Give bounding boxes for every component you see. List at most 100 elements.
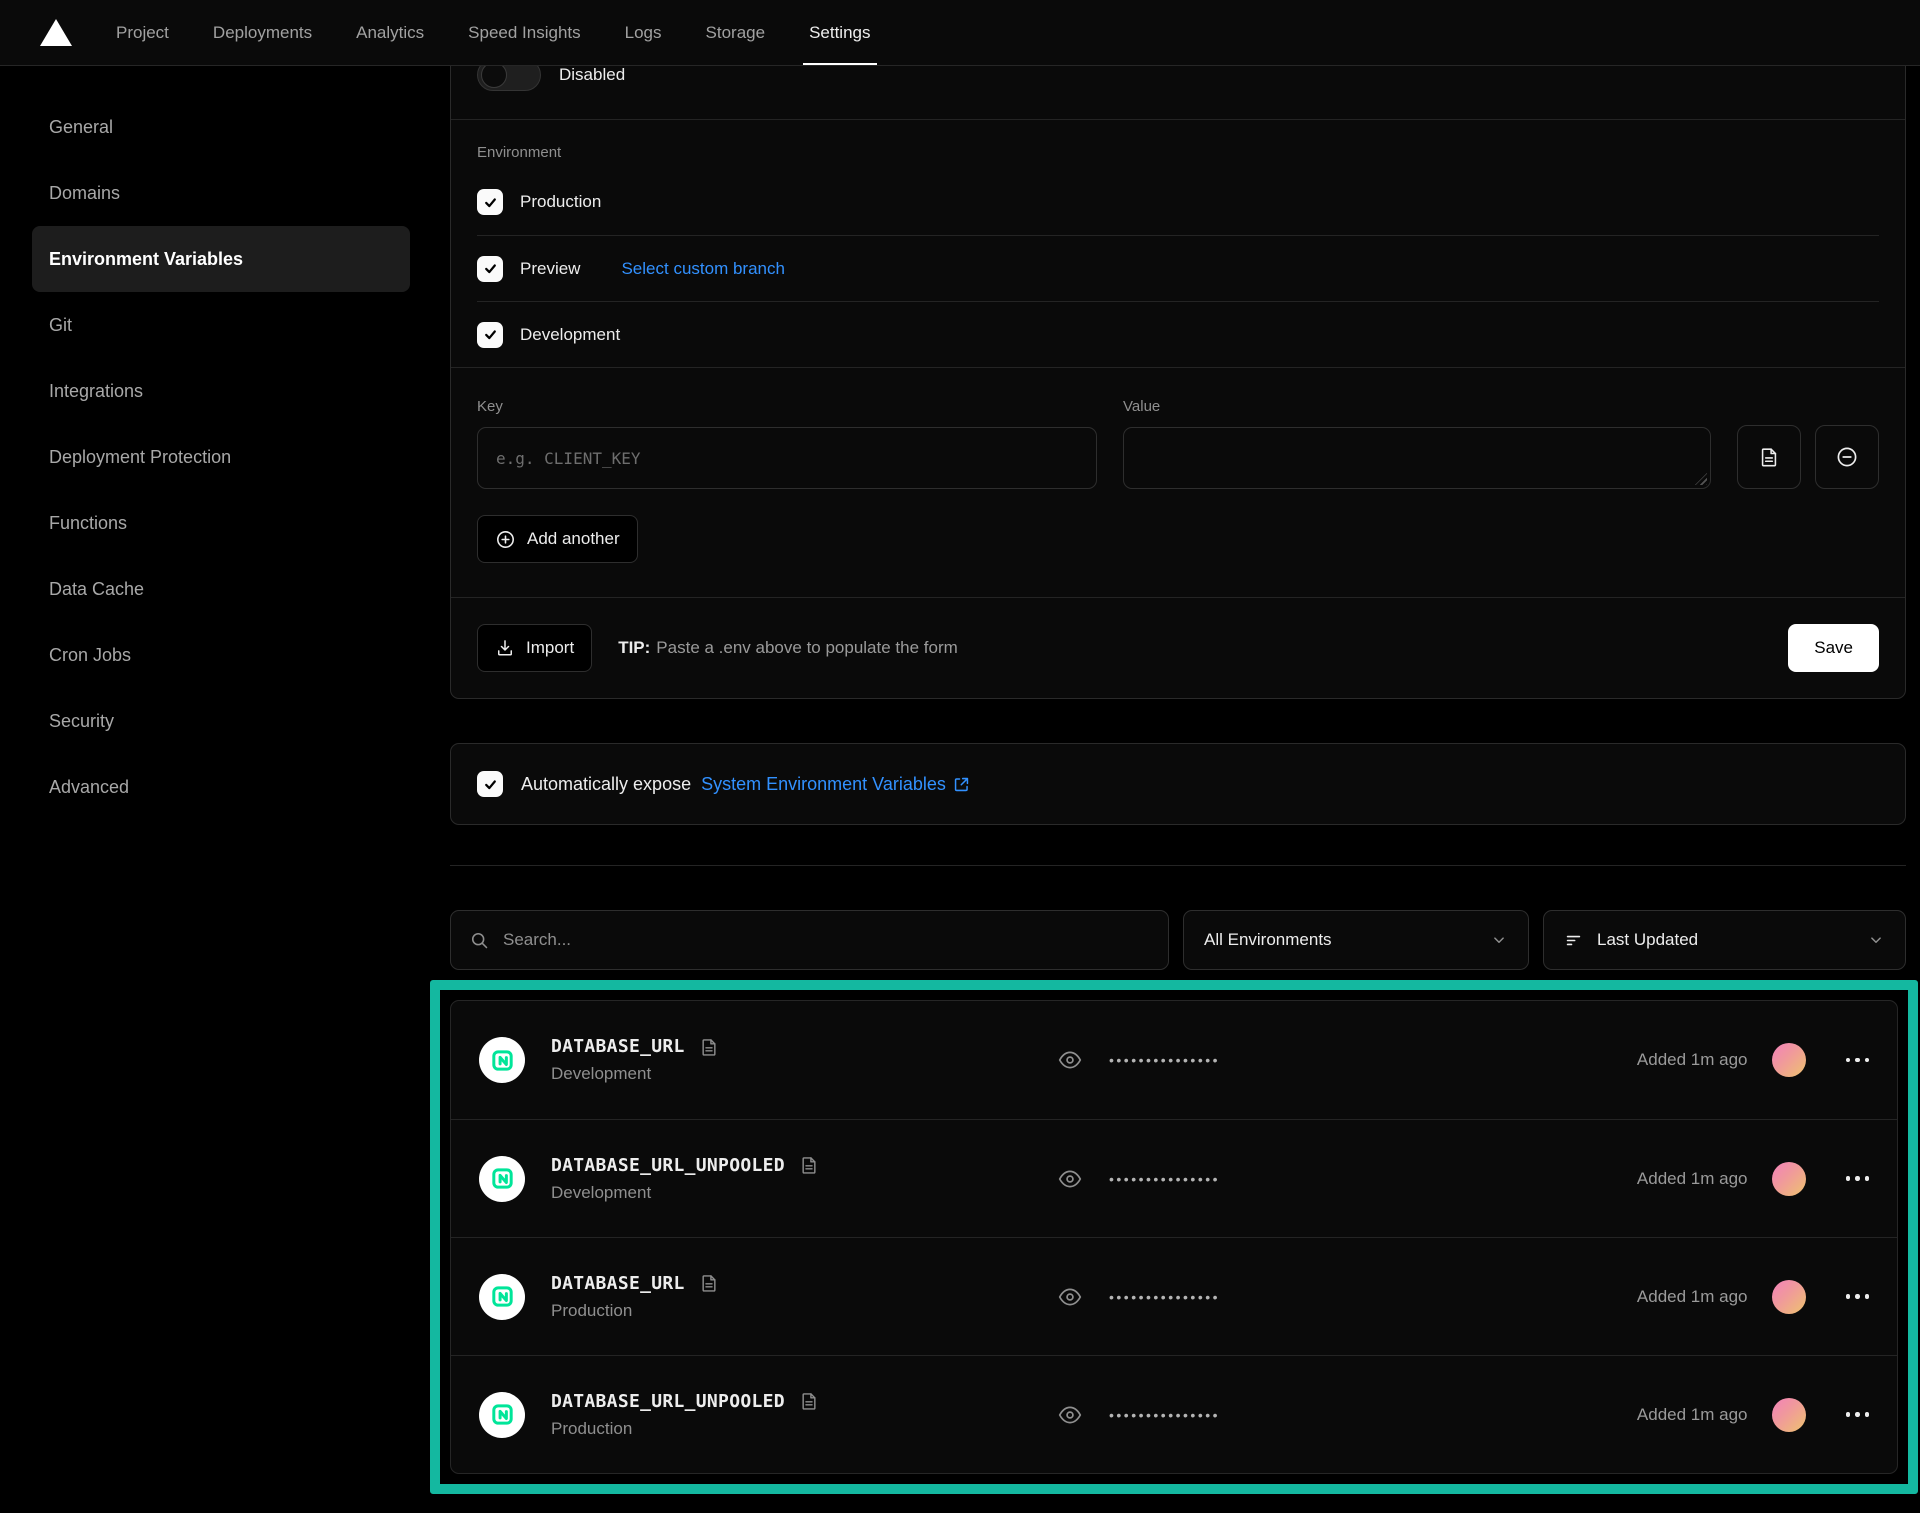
eye-icon[interactable] xyxy=(1057,1402,1083,1428)
preview-checkbox-label: Preview xyxy=(520,259,580,279)
sidebar-item-cron-jobs[interactable]: Cron Jobs xyxy=(32,622,410,688)
table-row: DATABASE_URL Development •••••••••••••••… xyxy=(451,1001,1897,1119)
value-label: Value xyxy=(1123,398,1711,415)
add-another-row: Add another xyxy=(477,515,1879,563)
page-layout: General Domains Environment Variables Gi… xyxy=(0,66,1920,1513)
row-main: DATABASE_URL Production xyxy=(551,1273,1057,1321)
row-menu-button[interactable] xyxy=(1846,1294,1870,1299)
preview-checkbox[interactable] xyxy=(477,256,503,282)
sidebar-item-environment-variables[interactable]: Environment Variables xyxy=(32,226,410,292)
sidebar-item-domains[interactable]: Domains xyxy=(32,160,410,226)
sidebar-item-git[interactable]: Git xyxy=(32,292,410,358)
nav-tab-project[interactable]: Project xyxy=(116,0,169,65)
eye-icon[interactable] xyxy=(1057,1047,1083,1073)
nav-tab-settings[interactable]: Settings xyxy=(809,0,870,65)
note-icon[interactable] xyxy=(699,1037,719,1057)
remove-row-button[interactable] xyxy=(1815,425,1879,489)
row-right: Added 1m ago xyxy=(1637,1280,1869,1314)
toggle-label: Disabled xyxy=(559,65,625,85)
table-row: DATABASE_URL_UNPOOLED Development ••••••… xyxy=(451,1119,1897,1237)
environment-section: Environment Production Preview Select cu… xyxy=(451,120,1905,367)
row-menu-button[interactable] xyxy=(1846,1176,1870,1181)
key-input[interactable] xyxy=(477,427,1097,489)
row-menu-button[interactable] xyxy=(1846,1412,1870,1417)
masked-value: ••••••••••••••• xyxy=(1109,1052,1220,1068)
download-icon xyxy=(495,638,515,658)
sidebar-item-functions[interactable]: Functions xyxy=(32,490,410,556)
nav-tab-deployments[interactable]: Deployments xyxy=(213,0,312,65)
paste-env-button[interactable] xyxy=(1737,425,1801,489)
system-env-vars-link[interactable]: System Environment Variables xyxy=(701,774,971,795)
nav-tab-analytics[interactable]: Analytics xyxy=(356,0,424,65)
sort-dropdown[interactable]: Last Updated xyxy=(1543,910,1906,970)
masked-value: ••••••••••••••• xyxy=(1109,1289,1220,1305)
auto-expose-label: Automatically expose xyxy=(521,774,691,795)
chevron-down-icon xyxy=(1867,931,1885,949)
row-main: DATABASE_URL_UNPOOLED Development xyxy=(551,1155,1057,1203)
row-right: Added 1m ago xyxy=(1637,1398,1869,1432)
row-mask: ••••••••••••••• xyxy=(1057,1402,1220,1428)
env-key-name: DATABASE_URL xyxy=(551,1273,685,1294)
nav-tab-storage[interactable]: Storage xyxy=(706,0,766,65)
environment-filter-dropdown[interactable]: All Environments xyxy=(1183,910,1529,970)
eye-icon[interactable] xyxy=(1057,1166,1083,1192)
neon-integration-icon xyxy=(479,1156,525,1202)
sidebar-item-deployment-protection[interactable]: Deployment Protection xyxy=(32,424,410,490)
top-navbar: Project Deployments Analytics Speed Insi… xyxy=(0,0,1920,66)
search-input[interactable] xyxy=(503,930,1150,950)
sidebar-item-data-cache[interactable]: Data Cache xyxy=(32,556,410,622)
row-mask: ••••••••••••••• xyxy=(1057,1047,1220,1073)
sort-value: Last Updated xyxy=(1597,930,1698,950)
nav-tab-logs[interactable]: Logs xyxy=(625,0,662,65)
key-label: Key xyxy=(477,398,1097,415)
sidebar-item-advanced[interactable]: Advanced xyxy=(32,754,410,820)
settings-sidebar: General Domains Environment Variables Gi… xyxy=(0,66,450,1513)
active-tab-underline xyxy=(803,63,876,65)
note-icon[interactable] xyxy=(799,1155,819,1175)
development-checkbox-label: Development xyxy=(520,325,620,345)
sidebar-item-integrations[interactable]: Integrations xyxy=(32,358,410,424)
sidebar-item-general[interactable]: General xyxy=(32,94,410,160)
production-checkbox[interactable] xyxy=(477,189,503,215)
note-icon[interactable] xyxy=(799,1391,819,1411)
section-divider xyxy=(450,865,1906,866)
row-main: DATABASE_URL_UNPOOLED Production xyxy=(551,1391,1057,1439)
sidebar-item-security[interactable]: Security xyxy=(32,688,410,754)
table-row: DATABASE_URL Production ••••••••••••••• … xyxy=(451,1237,1897,1355)
row-menu-button[interactable] xyxy=(1846,1058,1870,1063)
system-env-vars-link-label: System Environment Variables xyxy=(701,774,946,795)
added-timestamp: Added 1m ago xyxy=(1637,1169,1748,1189)
env-key-name: DATABASE_URL xyxy=(551,1036,685,1057)
vercel-logo-icon[interactable] xyxy=(40,19,72,46)
environment-section-label: Environment xyxy=(477,144,1879,161)
added-timestamp: Added 1m ago xyxy=(1637,1287,1748,1307)
auto-expose-card: Automatically expose System Environment … xyxy=(450,743,1906,825)
nav-tab-speed-insights[interactable]: Speed Insights xyxy=(468,0,580,65)
neon-integration-icon xyxy=(479,1274,525,1320)
add-another-button[interactable]: Add another xyxy=(477,515,638,563)
check-icon xyxy=(483,261,498,276)
development-checkbox[interactable] xyxy=(477,322,503,348)
check-icon xyxy=(483,777,498,792)
select-custom-branch-link[interactable]: Select custom branch xyxy=(621,259,784,279)
env-target-name: Development xyxy=(551,1064,1057,1084)
added-timestamp: Added 1m ago xyxy=(1637,1050,1748,1070)
nav-tabs: Project Deployments Analytics Speed Insi… xyxy=(116,0,871,65)
search-box xyxy=(450,910,1169,970)
added-timestamp: Added 1m ago xyxy=(1637,1405,1748,1425)
row-right: Added 1m ago xyxy=(1637,1162,1869,1196)
env-variables-table: DATABASE_URL Development •••••••••••••••… xyxy=(450,1000,1898,1474)
row-mask: ••••••••••••••• xyxy=(1057,1166,1220,1192)
value-input[interactable] xyxy=(1123,427,1711,489)
save-button[interactable]: Save xyxy=(1788,624,1879,672)
row-main: DATABASE_URL Development xyxy=(551,1036,1057,1084)
env-check-row-production: Production xyxy=(477,169,1879,235)
import-button[interactable]: Import xyxy=(477,624,592,672)
value-column: Value xyxy=(1123,398,1711,489)
user-avatar xyxy=(1772,1398,1806,1432)
note-icon[interactable] xyxy=(699,1273,719,1293)
eye-icon[interactable] xyxy=(1057,1284,1083,1310)
env-target-name: Development xyxy=(551,1183,1057,1203)
document-icon xyxy=(1758,446,1780,468)
auto-expose-checkbox[interactable] xyxy=(477,771,503,797)
